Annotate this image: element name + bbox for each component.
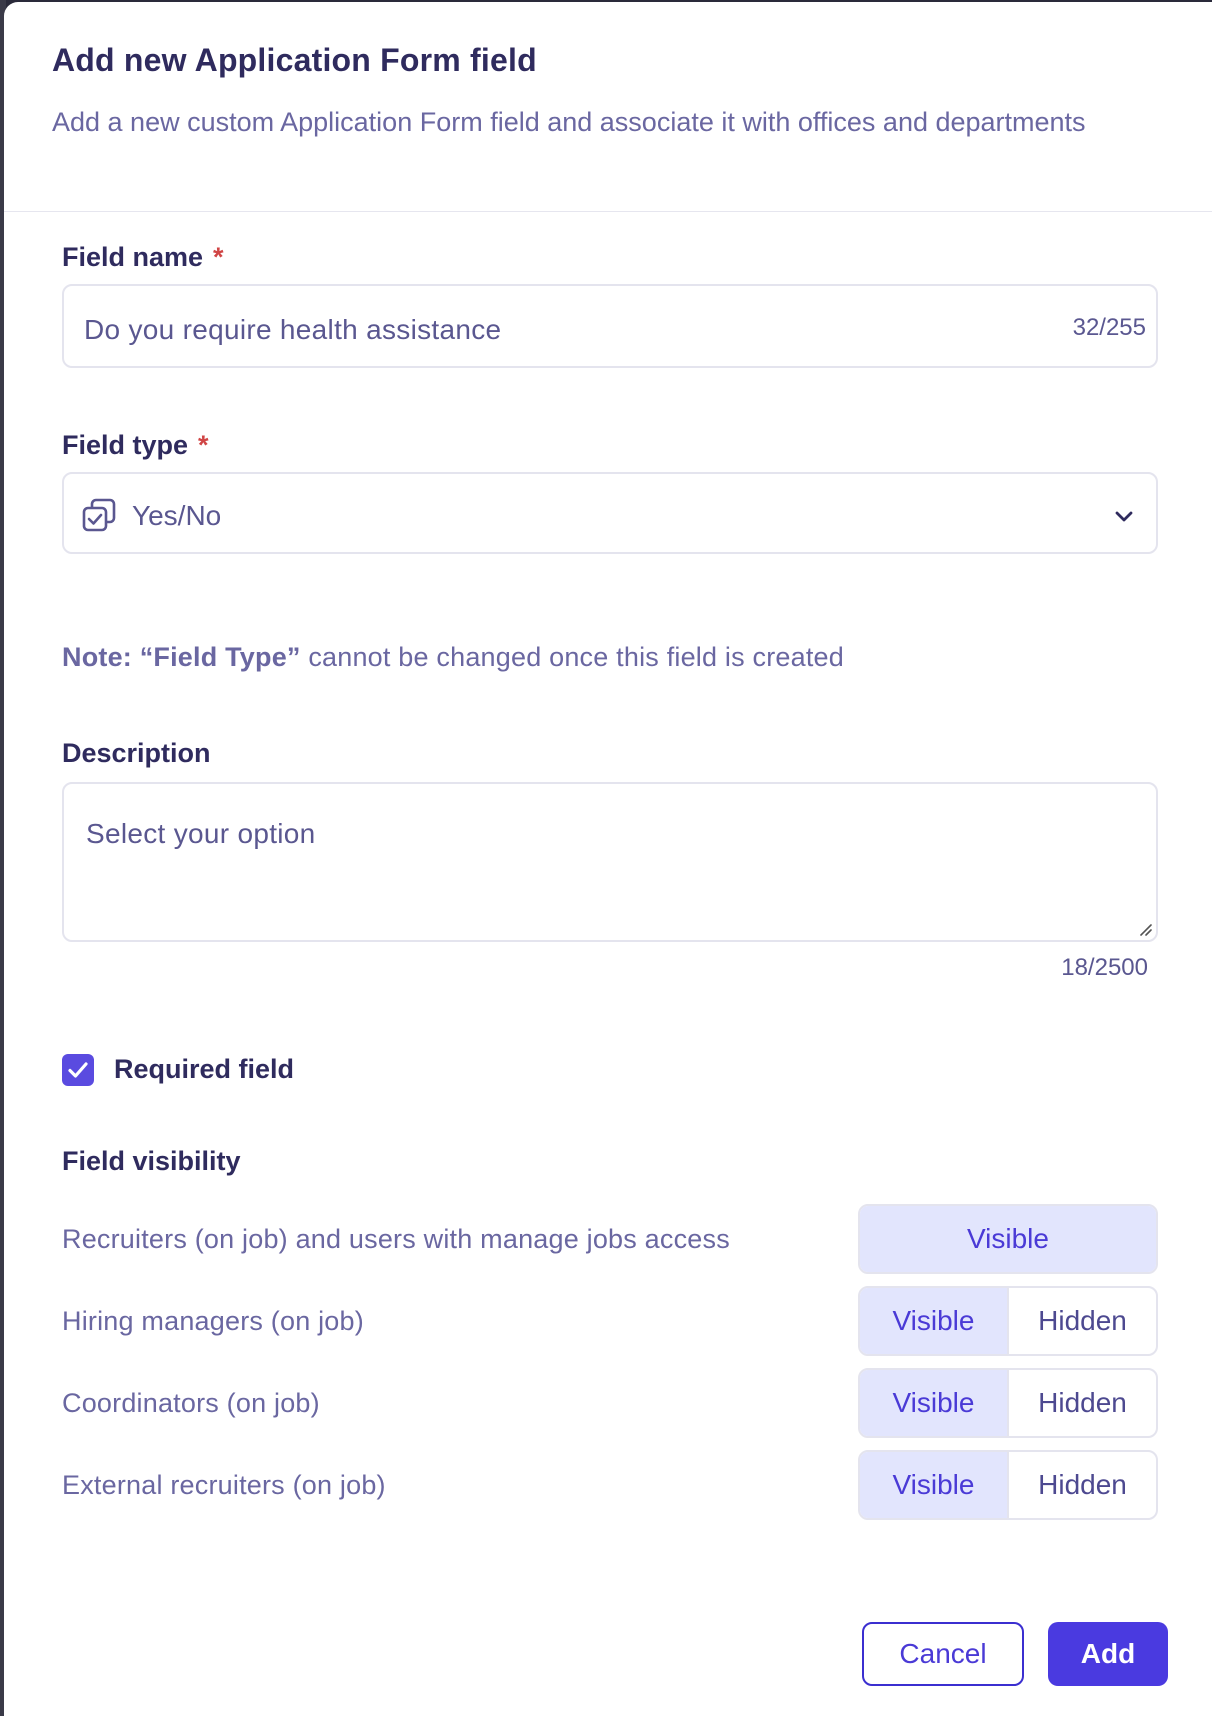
field-name-value: Do you require health assistance	[84, 314, 502, 345]
field-type-label-text: Field type	[62, 430, 189, 460]
visibility-toggle-coordinators: Visible Hidden	[858, 1368, 1158, 1438]
visible-option[interactable]: Visible	[860, 1452, 1007, 1518]
field-name-input[interactable]: Do you require health assistance 32/255	[62, 284, 1158, 368]
visibility-toggle-hiring-managers: Visible Hidden	[858, 1286, 1158, 1356]
resize-handle-icon[interactable]	[1136, 920, 1152, 936]
required-asterisk: *	[198, 430, 209, 460]
hidden-option[interactable]: Hidden	[1007, 1288, 1156, 1354]
description-label: Description	[62, 738, 211, 768]
note-text: cannot be changed once this field is cre…	[300, 642, 844, 672]
required-asterisk: *	[213, 242, 224, 272]
yes-no-checkbox-icon	[82, 498, 116, 532]
required-field-label: Required field	[114, 1054, 295, 1084]
visibility-row-label-coordinators: Coordinators (on job)	[62, 1388, 320, 1418]
description-textarea[interactable]: Select your option	[62, 782, 1158, 942]
visibility-row-label-hiring-managers: Hiring managers (on job)	[62, 1306, 364, 1336]
modal-subtitle: Add a new custom Application Form field …	[52, 107, 1086, 137]
visibility-row-label-external-recruiters: External recruiters (on job)	[62, 1470, 386, 1500]
description-counter: 18/2500	[1061, 954, 1148, 981]
field-name-label-text: Field name	[62, 242, 204, 272]
visible-option[interactable]: Visible	[860, 1288, 1007, 1354]
add-field-modal: Add new Application Form field Add a new…	[4, 2, 1212, 1716]
field-type-label: Field type *	[62, 430, 209, 461]
visibility-toggle-recruiters: Visible	[858, 1204, 1158, 1274]
visibility-toggle-external-recruiters: Visible Hidden	[858, 1450, 1158, 1520]
hidden-option[interactable]: Hidden	[1007, 1452, 1156, 1518]
visibility-row-label-recruiters: Recruiters (on job) and users with manag…	[62, 1224, 730, 1254]
visible-option[interactable]: Visible	[860, 1370, 1007, 1436]
chevron-down-icon	[1115, 511, 1133, 522]
field-visibility-title: Field visibility	[62, 1146, 241, 1176]
visible-option[interactable]: Visible	[860, 1206, 1156, 1272]
modal-title: Add new Application Form field	[52, 42, 537, 78]
modal-header: Add new Application Form field Add a new…	[4, 2, 1212, 212]
checkmark-icon	[68, 1062, 88, 1078]
field-type-value: Yes/No	[132, 500, 222, 531]
description-value: Select your option	[86, 818, 316, 849]
add-button[interactable]: Add	[1048, 1622, 1168, 1686]
cancel-button[interactable]: Cancel	[862, 1622, 1024, 1686]
required-field-checkbox[interactable]	[62, 1054, 94, 1086]
field-name-label: Field name *	[62, 242, 224, 273]
hidden-option[interactable]: Hidden	[1007, 1370, 1156, 1436]
field-type-note: Note: “Field Type” cannot be changed onc…	[62, 642, 844, 673]
field-name-counter: 32/255	[1072, 314, 1146, 341]
field-type-select[interactable]: Yes/No	[62, 472, 1158, 554]
note-prefix: Note: “Field Type”	[62, 642, 301, 672]
